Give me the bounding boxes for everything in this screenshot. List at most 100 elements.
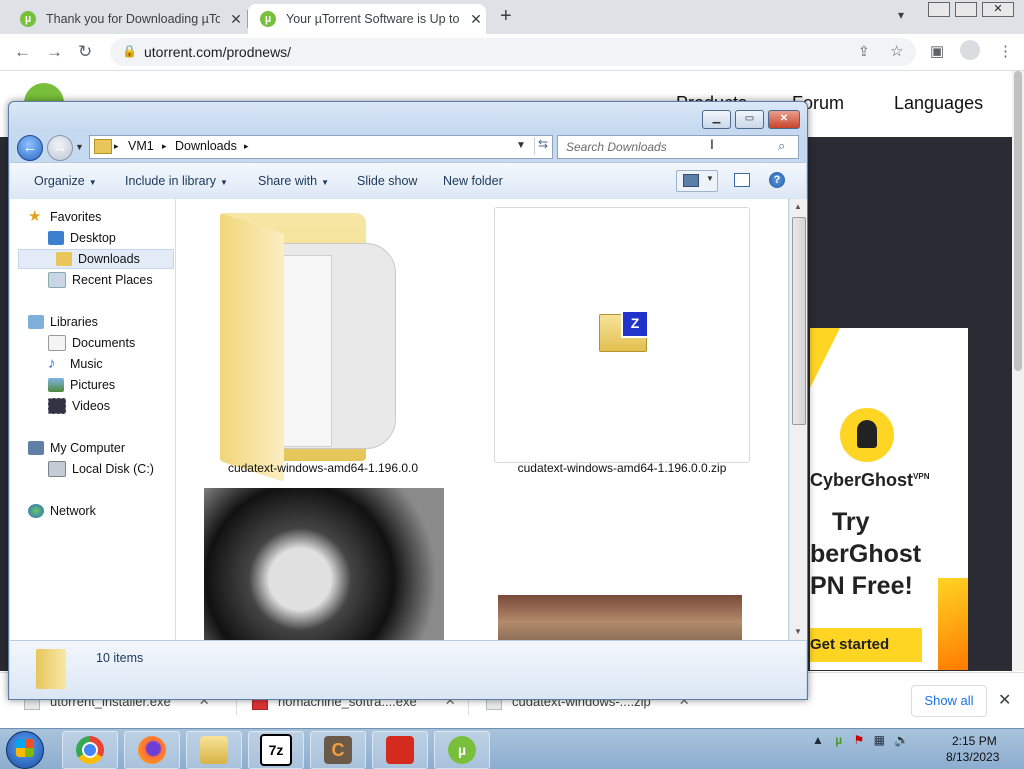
- scrollbar-thumb[interactable]: [792, 217, 806, 425]
- explorer-window: ▁ ▭ ✕ ← → ▼ ▸ VM1 ▸ Downloads ▸ ▼ ⇆ Sear…: [8, 101, 808, 700]
- side-panel-icon[interactable]: ▣: [930, 42, 944, 60]
- page-scrollbar-thumb[interactable]: [1014, 71, 1022, 371]
- nav-my-computer[interactable]: My Computer: [10, 438, 175, 458]
- taskbar-firefox[interactable]: [124, 731, 180, 769]
- show-all-button[interactable]: Show all: [911, 685, 987, 717]
- share-icon[interactable]: ⇪: [858, 43, 870, 60]
- nav-link-languages[interactable]: Languages: [894, 93, 983, 114]
- start-button[interactable]: [6, 731, 44, 769]
- taskbar-utorrent[interactable]: µ: [434, 731, 490, 769]
- tab-close-icon[interactable]: ✕: [228, 11, 244, 28]
- explorer-command-bar: Organize ▼ Include in library ▼ Share with…: [10, 162, 806, 200]
- nav-network[interactable]: Network: [10, 501, 175, 521]
- nav-local-disk[interactable]: Local Disk (C:): [10, 459, 175, 479]
- utorrent-tray-icon[interactable]: µ: [835, 733, 842, 747]
- nav-downloads[interactable]: Downloads: [18, 249, 174, 269]
- action-center-icon[interactable]: ⚑: [854, 733, 865, 747]
- taskbar-explorer[interactable]: [186, 731, 242, 769]
- reload-icon[interactable]: ↻: [78, 42, 92, 62]
- breadcrumb-vm1[interactable]: VM1: [128, 139, 154, 153]
- url-text[interactable]: utorrent.com/prodnews/: [144, 44, 291, 60]
- file-item-zip[interactable]: Z: [494, 207, 750, 463]
- file-item-image-thumbnail[interactable]: [204, 488, 444, 640]
- nav-music[interactable]: ♪ Music: [10, 354, 175, 374]
- organize-button[interactable]: Organize ▼: [34, 174, 97, 188]
- address-bar[interactable]: 🔒 utorrent.com/prodnews/ ⇪ ☆: [110, 38, 916, 66]
- tab-close-icon[interactable]: ✕: [468, 11, 484, 28]
- utorrent-icon: µ: [448, 736, 476, 764]
- taskbar-nomachine[interactable]: [372, 731, 428, 769]
- maximize-button[interactable]: ▭: [735, 110, 764, 129]
- forward-button[interactable]: →: [47, 135, 73, 161]
- refresh-icon[interactable]: ⇆: [534, 137, 551, 155]
- network-icon[interactable]: ▦: [874, 733, 885, 747]
- preview-pane-icon[interactable]: [734, 173, 750, 187]
- tab-thank-you[interactable]: µ Thank you for Downloading µTor ✕: [8, 4, 246, 34]
- minimize-button[interactable]: ▁: [702, 110, 731, 129]
- file-item-photo-thumbnail[interactable]: [498, 595, 742, 640]
- host-minimize-button[interactable]: [928, 2, 950, 17]
- lock-icon[interactable]: 🔒: [122, 44, 137, 58]
- taskbar-7zip[interactable]: 7z: [248, 731, 304, 769]
- explorer-address-bar[interactable]: ▸ VM1 ▸ Downloads ▸ ▼ ⇆: [89, 135, 553, 159]
- nav-pictures[interactable]: Pictures: [10, 375, 175, 395]
- host-maximize-button[interactable]: [955, 2, 977, 17]
- nav-libraries[interactable]: Libraries: [10, 312, 175, 332]
- nav-videos[interactable]: Videos: [10, 396, 175, 416]
- profile-avatar-icon[interactable]: [960, 40, 980, 60]
- nav-label: Favorites: [50, 210, 102, 224]
- scroll-down-icon[interactable]: ▼: [794, 627, 802, 636]
- tab-up-to-date[interactable]: µ Your µTorrent Software is Up to-D ✕: [248, 4, 486, 34]
- search-input[interactable]: Search Downloads ⌕: [557, 135, 799, 159]
- taskbar-cudatext[interactable]: C: [310, 731, 366, 769]
- close-button[interactable]: ✕: [768, 110, 800, 129]
- back-arrow-icon[interactable]: ←: [14, 42, 31, 62]
- explorer-titlebar[interactable]: ▁ ▭ ✕: [9, 102, 807, 132]
- forward-arrow-icon[interactable]: →: [46, 42, 63, 62]
- page-scrollbar[interactable]: [1012, 71, 1024, 671]
- nav-favorites[interactable]: ★ Favorites: [10, 207, 175, 227]
- help-icon[interactable]: ?: [769, 172, 785, 188]
- share-with-button[interactable]: Share with ▼: [258, 174, 329, 188]
- breadcrumb-chevron-icon[interactable]: ▸: [114, 141, 119, 152]
- back-button[interactable]: ←: [17, 135, 43, 161]
- clock-date[interactable]: 8/13/2023: [946, 750, 999, 764]
- include-in-library-button[interactable]: Include in library ▼: [125, 174, 228, 188]
- tab-title: Your µTorrent Software is Up to-D: [286, 12, 460, 26]
- breadcrumb-chevron-icon[interactable]: ▸: [244, 141, 249, 152]
- libraries-icon: [28, 315, 44, 329]
- scroll-up-icon[interactable]: ▲: [794, 202, 802, 211]
- file-list-scrollbar[interactable]: ▲ ▼: [789, 199, 807, 640]
- nav-desktop[interactable]: Desktop: [10, 228, 175, 248]
- taskbar-chrome[interactable]: [62, 731, 118, 769]
- host-close-button[interactable]: ✕: [982, 2, 1014, 17]
- show-hidden-icons-icon[interactable]: ▲: [812, 733, 824, 747]
- close-shelf-icon[interactable]: ✕: [998, 690, 1011, 710]
- search-icon[interactable]: ⌕: [778, 138, 785, 154]
- pictures-icon: [48, 378, 64, 392]
- clock-time[interactable]: 2:15 PM: [952, 734, 997, 748]
- nav-recent-places[interactable]: Recent Places: [10, 270, 175, 290]
- ad-headline-3: PN Free!: [810, 572, 913, 600]
- tab-title: Thank you for Downloading µTor: [46, 12, 220, 26]
- ad-get-started-button[interactable]: Get started: [810, 628, 922, 662]
- address-dropdown-icon[interactable]: ▼: [516, 140, 526, 151]
- ad-headline-1: Try: [832, 508, 870, 536]
- menu-kebab-icon[interactable]: ⋮: [998, 42, 1013, 60]
- view-dropdown-icon[interactable]: ▼: [706, 174, 714, 183]
- breadcrumb-downloads[interactable]: Downloads: [175, 139, 237, 153]
- new-folder-button[interactable]: New folder: [443, 174, 503, 188]
- file-name: cudatext-windows-amd64-1.196.0.0.zip: [517, 461, 727, 475]
- bookmark-star-icon[interactable]: ☆: [890, 42, 903, 60]
- tab-search-chevron-icon[interactable]: ▾: [898, 8, 904, 22]
- cyberghost-ad[interactable]: CyberGhostVPN Try berGhost PN Free! Get …: [810, 328, 968, 670]
- nav-documents[interactable]: Documents: [10, 333, 175, 353]
- browser-tab-strip: µ Thank you for Downloading µTor ✕ µ You…: [0, 0, 1024, 34]
- change-view-button[interactable]: ▼: [676, 170, 718, 192]
- file-item-folder[interactable]: cudatext-windows-amd64-1.196.0.0: [176, 199, 476, 482]
- slide-show-button[interactable]: Slide show: [357, 174, 417, 188]
- breadcrumb-chevron-icon[interactable]: ▸: [162, 141, 167, 152]
- new-tab-button[interactable]: +: [500, 5, 512, 28]
- recent-pages-chevron-icon[interactable]: ▼: [75, 142, 84, 152]
- volume-icon[interactable]: 🔈: [894, 733, 909, 747]
